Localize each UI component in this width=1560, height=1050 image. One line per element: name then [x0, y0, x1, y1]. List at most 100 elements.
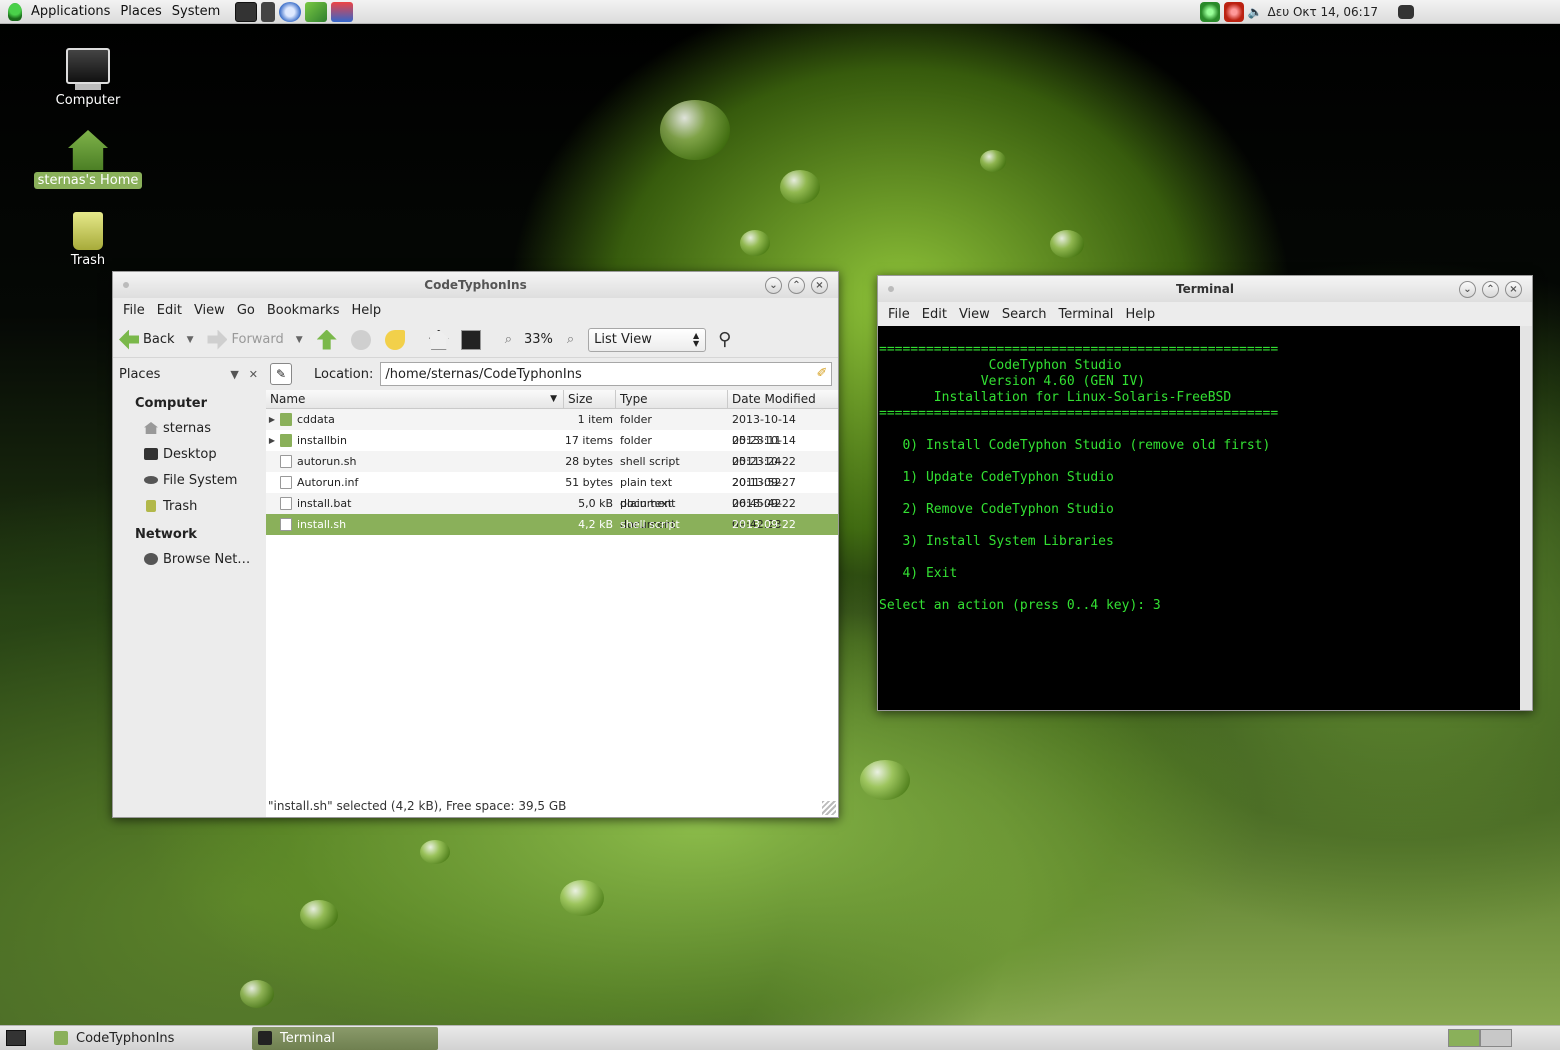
file-size: 1 item — [577, 413, 613, 426]
volume-icon[interactable]: 🔈 — [1248, 5, 1263, 19]
taskbar-item-file-manager[interactable]: CodeTyphonIns — [48, 1027, 226, 1050]
edit-location-button[interactable]: ✎ — [270, 363, 292, 385]
file-name: autorun.sh — [297, 455, 357, 468]
chevron-down-icon[interactable]: ▼ — [187, 335, 194, 345]
file-type: folder — [620, 413, 652, 426]
menu-search[interactable]: Search — [996, 307, 1053, 322]
file-row[interactable]: ▶ installbin 17 items folder 2013-10-14 0… — [266, 430, 838, 468]
terminal-line: ========================================… — [879, 342, 1279, 357]
file-row[interactable]: install.bat 5,0 kB plain text document 2… — [266, 493, 838, 531]
distro-logo-icon[interactable] — [8, 2, 22, 21]
record-icon[interactable] — [1223, 2, 1244, 22]
clear-location-icon[interactable]: ✐ — [816, 366, 827, 381]
menu-file[interactable]: File — [882, 307, 916, 322]
workspace-2[interactable] — [1480, 1029, 1512, 1047]
close-button[interactable]: × — [811, 277, 828, 294]
applications-menu[interactable]: Applications — [26, 4, 115, 19]
menu-edit[interactable]: Edit — [151, 303, 188, 318]
chevron-down-icon[interactable]: ▼ — [230, 368, 238, 381]
minimize-button[interactable]: ⌄ — [765, 277, 782, 294]
column-type[interactable]: Type — [616, 390, 728, 408]
computer-icon[interactable] — [460, 329, 481, 350]
terminal-titlebar[interactable]: Terminal ⌄ ⌃ × — [878, 276, 1532, 302]
stop-icon[interactable] — [350, 329, 371, 350]
expander-icon[interactable]: ▶ — [266, 430, 278, 451]
places-item-desktop[interactable]: Desktop — [113, 441, 266, 467]
menu-view[interactable]: View — [953, 307, 996, 322]
menu-edit[interactable]: Edit — [916, 307, 953, 322]
places-item-browse-network[interactable]: Browse Net… — [113, 546, 266, 572]
view-mode-select[interactable]: List View ▲ ▼ — [588, 327, 707, 352]
places-item-label: Desktop — [163, 446, 217, 462]
forward-button[interactable]: Forward ▼ — [207, 329, 303, 350]
wallpaper-droplet — [1050, 230, 1084, 258]
desktop-icon-trash[interactable]: Trash — [33, 212, 143, 269]
back-button[interactable]: Back ▼ — [119, 329, 194, 350]
column-date[interactable]: Date Modified — [728, 390, 838, 408]
places-menu[interactable]: Places — [115, 4, 166, 19]
menu-bookmarks[interactable]: Bookmarks — [261, 303, 346, 318]
desktop-icon-home[interactable]: sternas's Home — [33, 130, 143, 189]
minimize-button[interactable]: ⌄ — [1459, 281, 1476, 298]
expander-icon[interactable]: ▶ — [266, 409, 278, 430]
browser-launcher-icon[interactable] — [279, 1, 302, 22]
terminal-icon — [258, 1031, 272, 1045]
menu-help[interactable]: Help — [1119, 307, 1161, 322]
file-manager-titlebar[interactable]: CodeTyphonIns ⌄ ⌃ × — [113, 272, 838, 298]
menu-terminal[interactable]: Terminal — [1052, 307, 1119, 322]
file-row[interactable]: Autorun.inf 51 bytes plain text document… — [266, 472, 838, 510]
system-menu[interactable]: System — [167, 4, 225, 19]
file-row-selected[interactable]: install.sh 4,2 kB shell script 2013-09-2… — [266, 514, 838, 552]
reload-icon[interactable] — [384, 329, 405, 350]
maximize-button[interactable]: ⌃ — [1482, 281, 1499, 298]
terminal-launcher-icon[interactable] — [235, 1, 258, 22]
resize-grip-icon[interactable] — [822, 801, 836, 815]
files-launcher-icon[interactable] — [261, 1, 276, 22]
tools-launcher-icon[interactable] — [305, 1, 328, 22]
zoom-level[interactable]: 33% — [524, 332, 553, 347]
file-type: folder — [620, 434, 652, 447]
file-date: 2013-10-14 05:23:24 — [732, 434, 796, 468]
folder-icon — [280, 413, 292, 426]
chevron-down-icon[interactable]: ▼ — [296, 335, 303, 345]
column-name[interactable]: Name ▼ — [266, 390, 564, 408]
column-size[interactable]: Size — [564, 390, 616, 408]
file-row[interactable]: autorun.sh 28 bytes shell script 2011-10… — [266, 451, 838, 489]
clock[interactable]: Δευ Οκτ 14, 06:17 — [1268, 5, 1379, 19]
close-button[interactable]: × — [1505, 281, 1522, 298]
menu-go[interactable]: Go — [231, 303, 261, 318]
terminal-scrollbar[interactable] — [1520, 326, 1532, 710]
show-desktop-icon[interactable] — [6, 1030, 26, 1046]
menu-file[interactable]: File — [117, 303, 151, 318]
workspace-1[interactable] — [1448, 1029, 1480, 1047]
close-icon[interactable]: ✕ — [249, 368, 258, 381]
up-arrow-icon[interactable] — [316, 329, 337, 350]
home-icon[interactable] — [428, 329, 449, 350]
taskbar-item-terminal[interactable]: Terminal — [252, 1026, 438, 1050]
zoom-in-icon[interactable]: ⌕ — [567, 332, 574, 347]
places-item-sternas[interactable]: sternas — [113, 415, 266, 441]
screenshot-launcher-icon[interactable] — [331, 1, 354, 22]
window-menu-icon[interactable] — [123, 282, 129, 288]
menu-help[interactable]: Help — [345, 303, 387, 318]
wallpaper-droplet — [740, 230, 770, 256]
terminal-screen[interactable]: ========================================… — [878, 326, 1520, 710]
desktop-icon — [144, 448, 158, 460]
power-icon[interactable] — [1199, 2, 1220, 22]
file-row[interactable]: ▶ cddata 1 item folder 2013-10-14 05:23:1… — [266, 409, 838, 447]
forward-label: Forward — [231, 332, 284, 347]
wallpaper-droplet — [980, 150, 1006, 172]
menu-view[interactable]: View — [188, 303, 231, 318]
window-menu-icon[interactable] — [888, 286, 894, 292]
status-bar: "install.sh" selected (4,2 kB), Free spa… — [266, 795, 838, 817]
maximize-button[interactable]: ⌃ — [788, 277, 805, 294]
places-item-trash[interactable]: Trash — [113, 493, 266, 519]
location-input[interactable]: /home/sternas/CodeTyphonIns ✐ — [380, 362, 833, 386]
desktop-icon-computer[interactable]: Computer — [33, 48, 143, 109]
display-icon[interactable] — [1398, 5, 1414, 19]
places-header[interactable]: Places ▼ ✕ — [113, 360, 266, 388]
zoom-out-icon[interactable]: ⌕ — [505, 332, 512, 347]
search-icon[interactable]: ⚲ — [718, 329, 731, 350]
places-item-file-system[interactable]: File System — [113, 467, 266, 493]
